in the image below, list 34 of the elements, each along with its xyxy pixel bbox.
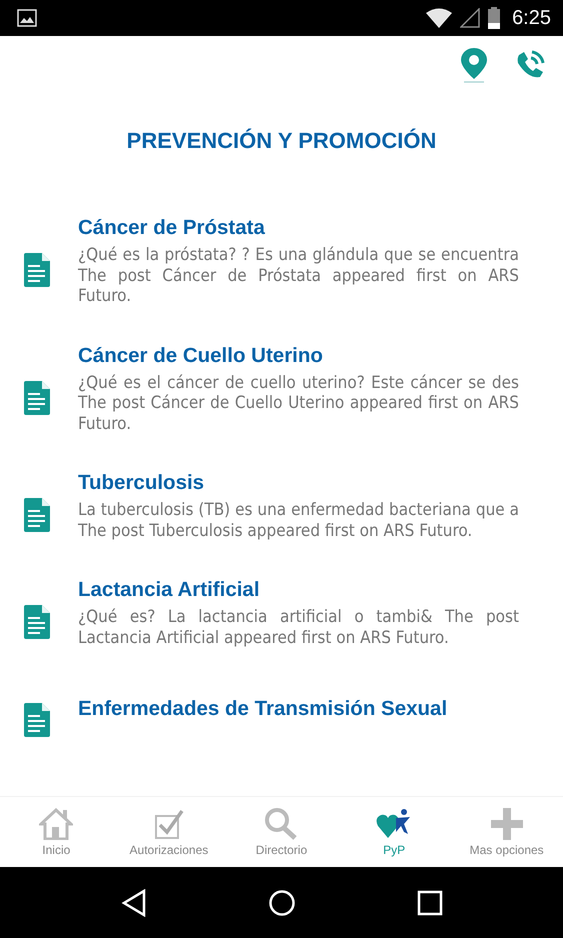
post-excerpt: ¿Qué es la próstata? ? Es una glándula que se encuentra The post Cáncer de Próstata appeared first on ARS Futuro. [78, 245, 519, 306]
post-title[interactable]: Lactancia Artificial [78, 578, 519, 602]
nav-tab[interactable]: Inicio [0, 797, 113, 867]
back-icon[interactable] [120, 888, 146, 916]
checkbox-icon [154, 808, 184, 840]
nav-tab[interactable]: Mas opciones [450, 797, 563, 867]
search-icon [264, 808, 298, 840]
wifi-icon [426, 8, 452, 28]
nav-tab[interactable]: Autorizaciones [112, 797, 226, 867]
post-excerpt: ¿Qué es el cáncer de cuello uterino? Este cáncer se des The post Cáncer de Cuello Uterino appeared first on ARS Futuro. [78, 372, 519, 434]
document-icon [24, 253, 50, 288]
plus-icon [490, 808, 523, 840]
post-title[interactable]: Cáncer de Próstata [78, 216, 519, 240]
image-icon [17, 9, 37, 27]
page-title: PREVENCIÓN Y PROMOCIÓN [126, 128, 438, 154]
signal-icon [460, 8, 480, 28]
nav-tab[interactable]: Directorio [225, 797, 338, 867]
recents-icon[interactable] [416, 890, 442, 916]
document-icon [24, 703, 50, 737]
nav-tab[interactable]: PyP [338, 797, 450, 867]
home-circle-icon[interactable] [268, 888, 296, 916]
location-pin-icon[interactable] [460, 47, 488, 83]
battery-icon [488, 7, 500, 29]
post-excerpt: ¿Qué es? La lactancia artificial o tambi& The post Lactancia Artificial appeared first on ARS Futuro. [78, 607, 519, 648]
document-icon [24, 498, 50, 532]
post-title[interactable]: Enfermedades de Transmisión Sexual [78, 696, 448, 720]
document-icon [24, 605, 50, 639]
post-title[interactable]: Cáncer de Cuello Uterino [78, 344, 519, 368]
post-excerpt: La tuberculosis (TB) es una enfermedad bacteriana que a The post Tuberculosis appeared first on ARS Futuro. [78, 500, 519, 541]
document-icon [24, 380, 50, 415]
clock: 6:25 [512, 6, 551, 30]
heart-figure-icon [376, 808, 412, 840]
home-icon [39, 808, 74, 840]
post-title[interactable]: Tuberculosis [78, 471, 519, 495]
